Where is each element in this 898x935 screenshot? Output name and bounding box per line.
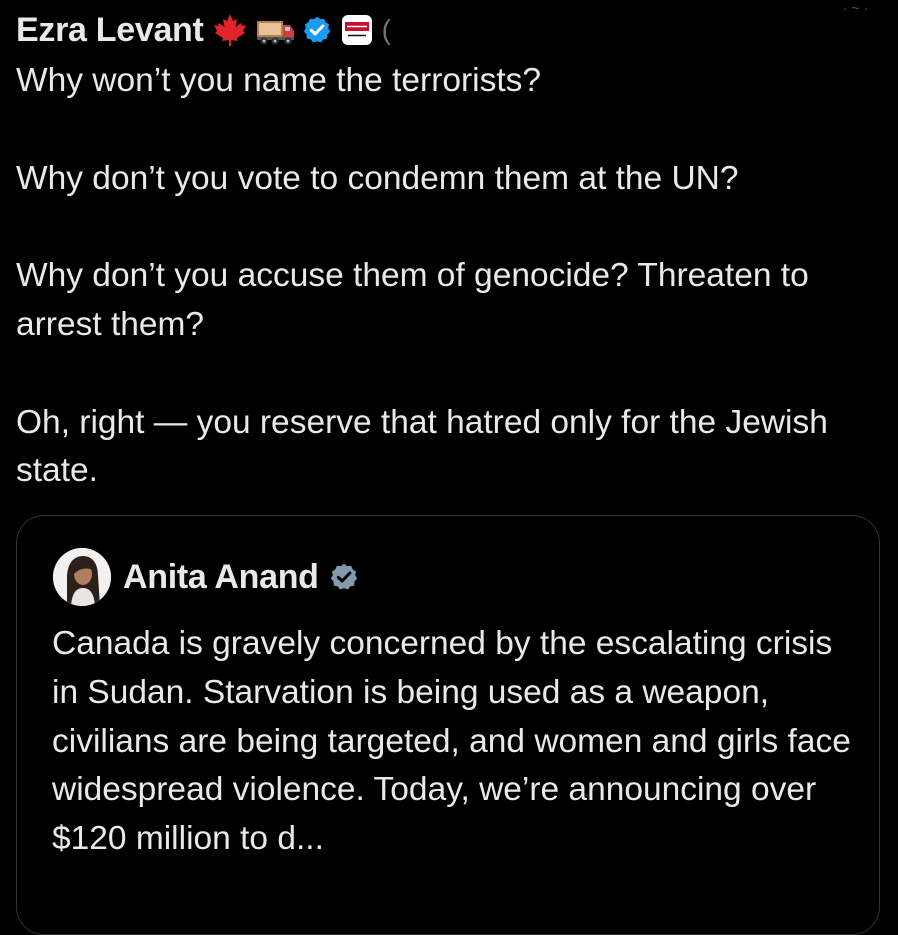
- truck-icon: [256, 21, 294, 45]
- government-verified-badge-icon[interactable]: [329, 562, 359, 592]
- tweet-paragraph: Oh, right — you reserve that hatred only…: [16, 403, 828, 490]
- quoted-tweet-card[interactable]: Anita Anand Canada is gravely concerned …: [16, 515, 880, 935]
- quoted-tweet-header: Anita Anand: [53, 548, 359, 606]
- verified-badge-icon[interactable]: [302, 15, 332, 45]
- tweet-paragraph: Why don’t you accuse them of genocide? T…: [16, 257, 809, 343]
- tweet-paragraph: Why don’t you vote to condemn them at th…: [16, 159, 739, 197]
- quoted-tweet-text: Canada is gravely concerned by the escal…: [52, 625, 851, 858]
- tweet-paragraph: Why won’t you name the terrorists?: [16, 62, 542, 99]
- maple-leaf-icon: [213, 14, 246, 46]
- rebel-news-logo-icon[interactable]: [341, 15, 372, 45]
- tweet-body: Why won’t you name the terrorists? Why d…: [16, 57, 876, 496]
- top-edge-artifacts: · ~ ·: [842, 0, 868, 16]
- avatar[interactable]: [53, 548, 111, 606]
- quoted-author-name[interactable]: Anita Anand: [123, 558, 319, 597]
- tweet-author-row: Ezra Levant (: [16, 8, 391, 52]
- truncated-handle: (: [381, 14, 391, 45]
- author-name[interactable]: Ezra Levant: [16, 11, 204, 50]
